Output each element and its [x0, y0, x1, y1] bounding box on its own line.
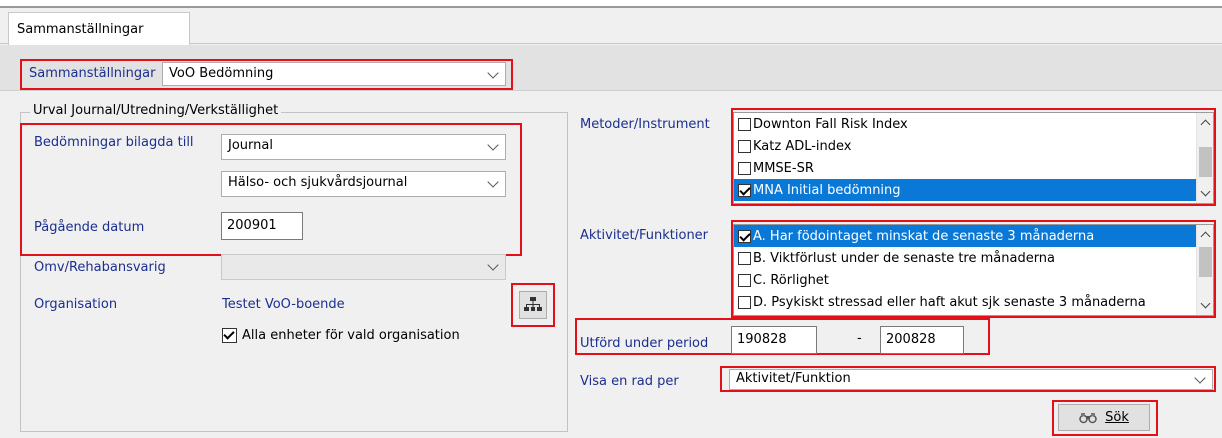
- activities-items: A. Har födointaget minskat de senaste 3 …: [734, 225, 1213, 313]
- assessments-label: Bedömningar bilagda till: [34, 135, 194, 150]
- methods-items: Downton Fall Risk Index Katz ADL-index MMS…: [734, 113, 1213, 201]
- method-item-label: Downton Fall Risk Index: [753, 116, 908, 132]
- responsible-dropdown[interactable]: [221, 254, 506, 280]
- method-item-label: Katz ADL-index: [753, 138, 852, 154]
- chevron-down-icon: [487, 67, 499, 79]
- ongoing-date-label: Pågående datum: [34, 220, 145, 235]
- journal-type-value: Hälso- och sjukvårdsjournal: [228, 175, 408, 190]
- org-tree-icon: [524, 297, 542, 311]
- report-selector-dropdown[interactable]: VoO Bedömning: [162, 62, 506, 86]
- method-item-checkbox[interactable]: [738, 139, 751, 153]
- window-top-edge: [0, 0, 1222, 8]
- method-item[interactable]: Katz ADL-index: [734, 135, 1213, 157]
- method-item[interactable]: MMSE-SR: [734, 157, 1213, 179]
- assessments-value: Journal: [228, 138, 273, 153]
- methods-label: Metoder/Instrument: [580, 117, 710, 132]
- org-tree-button[interactable]: [519, 291, 547, 319]
- activity-item-checkbox[interactable]: [738, 229, 751, 243]
- chevron-down-icon: [1194, 372, 1206, 384]
- tab-label: Sammanställningar: [17, 22, 144, 37]
- organisation-label: Organisation: [34, 297, 118, 312]
- activity-item[interactable]: A. Har födointaget minskat de senaste 3 …: [734, 225, 1213, 247]
- organisation-value[interactable]: Testet VoO-boende: [222, 297, 345, 312]
- chevron-down-icon: [487, 259, 499, 271]
- activity-item-checkbox[interactable]: [738, 273, 751, 287]
- selection-group-title: Urval Journal/Utredning/Verkställighet: [30, 103, 282, 118]
- report-selector-label: Sammanställningar: [29, 66, 156, 81]
- all-units-checkbox-row[interactable]: Alla enheter för vald organisation: [222, 328, 460, 343]
- scroll-up-icon[interactable]: [1200, 119, 1211, 130]
- methods-listbox[interactable]: Downton Fall Risk Index Katz ADL-index MMS…: [733, 112, 1214, 204]
- activities-listbox[interactable]: A. Har födointaget minskat de senaste 3 …: [733, 224, 1214, 316]
- period-label: Utförd under period: [580, 336, 709, 351]
- activity-item[interactable]: B. Viktförlust under de senaste tre måna…: [734, 247, 1213, 269]
- period-separator: -: [857, 331, 862, 346]
- scroll-down-icon[interactable]: [1200, 298, 1211, 309]
- activity-item-checkbox[interactable]: [738, 295, 751, 309]
- scroll-up-icon[interactable]: [1200, 231, 1211, 242]
- activity-item[interactable]: D. Psykiskt stressad eller haft akut sjk…: [734, 291, 1213, 313]
- all-units-label: Alla enheter för vald organisation: [242, 328, 460, 343]
- scroll-thumb[interactable]: [1199, 147, 1212, 177]
- activity-item-label: A. Har födointaget minskat de senaste 3 …: [753, 228, 1095, 244]
- methods-scrollbar[interactable]: [1196, 113, 1213, 203]
- tab-sammanstallningar[interactable]: Sammanställningar: [8, 12, 190, 45]
- row-per-value: Aktivitet/Funktion: [736, 371, 851, 386]
- row-per-dropdown[interactable]: Aktivitet/Funktion: [729, 369, 1213, 390]
- journal-type-dropdown[interactable]: Hälso- och sjukvårdsjournal: [221, 171, 506, 197]
- activity-item-label: C. Rörlighet: [753, 272, 829, 288]
- responsible-label: Omv/Rehabansvarig: [34, 260, 166, 275]
- activity-item-label: B. Viktförlust under de senaste tre måna…: [753, 250, 1056, 266]
- chevron-down-icon: [487, 139, 499, 151]
- all-units-checkbox[interactable]: [222, 328, 237, 343]
- method-item[interactable]: Downton Fall Risk Index: [734, 113, 1213, 135]
- scroll-down-icon[interactable]: [1200, 186, 1211, 197]
- chevron-down-icon: [487, 176, 499, 188]
- assessments-dropdown[interactable]: Journal: [221, 134, 506, 160]
- search-label: Sök: [1105, 410, 1129, 425]
- activities-scrollbar[interactable]: [1196, 225, 1213, 315]
- method-item-checkbox[interactable]: [738, 183, 751, 197]
- activity-item-checkbox[interactable]: [738, 251, 751, 265]
- ongoing-date-input[interactable]: 200901: [221, 212, 303, 240]
- method-item-checkbox[interactable]: [738, 117, 751, 131]
- method-item-checkbox[interactable]: [738, 161, 751, 175]
- method-item[interactable]: MNA Initial bedömning: [734, 179, 1213, 201]
- period-from-input[interactable]: 190828: [731, 326, 817, 354]
- activities-label: Aktivitet/Funktioner: [580, 228, 709, 243]
- row-per-label: Visa en rad per: [580, 374, 679, 389]
- binoculars-icon: [1079, 412, 1097, 423]
- activity-item[interactable]: C. Rörlighet: [734, 269, 1213, 291]
- period-to-input[interactable]: 200828: [880, 326, 964, 354]
- method-item-label: MNA Initial bedömning: [753, 182, 901, 198]
- search-button[interactable]: Sök: [1058, 404, 1150, 431]
- report-selector-value: VoO Bedömning: [169, 66, 274, 81]
- scroll-thumb[interactable]: [1199, 247, 1212, 277]
- activity-item-label: D. Psykiskt stressad eller haft akut sjk…: [753, 294, 1146, 310]
- method-item-label: MMSE-SR: [753, 160, 814, 176]
